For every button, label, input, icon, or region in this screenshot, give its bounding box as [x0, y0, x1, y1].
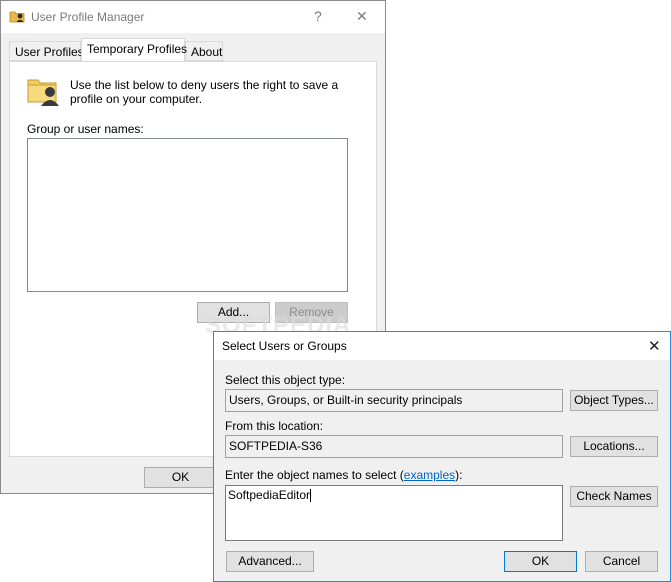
group-names-label: Group or user names: [27, 122, 144, 136]
close-icon[interactable]: ✕ [356, 8, 368, 25]
description: Use the list below to deny users the rig… [70, 78, 338, 106]
group-names-list[interactable] [27, 138, 348, 292]
object-names-value: SoftpediaEditor [228, 488, 311, 502]
cancel-button[interactable]: Cancel [585, 551, 658, 572]
select-users-dialog: Select Users or Groups ✕ Select this obj… [213, 331, 671, 582]
window-title: User Profile Manager [31, 10, 145, 24]
location-field: SOFTPEDIA-S36 [225, 435, 563, 458]
tab-label: About [191, 45, 223, 59]
enter-names-label-suffix: ): [455, 468, 463, 482]
text-cursor [310, 489, 312, 503]
examples-link[interactable]: examples [404, 468, 455, 482]
advanced-button[interactable]: Advanced... [226, 551, 314, 572]
object-type-label: Select this object type: [225, 373, 346, 387]
tab-temporary-profiles[interactable]: Temporary Profiles [81, 38, 188, 61]
dialog-close-icon[interactable]: ✕ [648, 337, 661, 355]
location-label: From this location: [225, 419, 324, 433]
check-names-button[interactable]: Check Names [570, 486, 658, 507]
enter-names-label-prefix: Enter the object names to select ( [225, 468, 404, 482]
app-icon [9, 8, 25, 24]
tab-user-profiles[interactable]: User Profiles [9, 41, 84, 61]
object-type-field: Users, Groups, or Built-in security prin… [225, 389, 563, 412]
tab-about[interactable]: About [185, 41, 223, 61]
locations-button[interactable]: Locations... [570, 436, 658, 457]
folder-user-icon [26, 72, 62, 108]
description-line-1: Use the list below to deny users the rig… [70, 78, 339, 92]
object-types-button[interactable]: Object Types... [570, 390, 658, 411]
object-names-input[interactable]: SoftpediaEditor [225, 485, 563, 541]
enter-names-label: Enter the object names to select (exampl… [225, 468, 462, 482]
tab-label: User Profiles [15, 45, 84, 59]
description-line-2: profile on your computer. [70, 92, 203, 106]
ok-button[interactable]: OK [144, 467, 217, 488]
help-icon[interactable]: ? [314, 8, 322, 24]
tab-label: Temporary Profiles [87, 42, 188, 56]
dialog-ok-button[interactable]: OK [504, 551, 577, 572]
dialog-title-bar: Select Users or Groups ✕ [214, 332, 670, 360]
dialog-title: Select Users or Groups [222, 339, 347, 353]
title-bar: User Profile Manager ? ✕ [1, 1, 385, 33]
